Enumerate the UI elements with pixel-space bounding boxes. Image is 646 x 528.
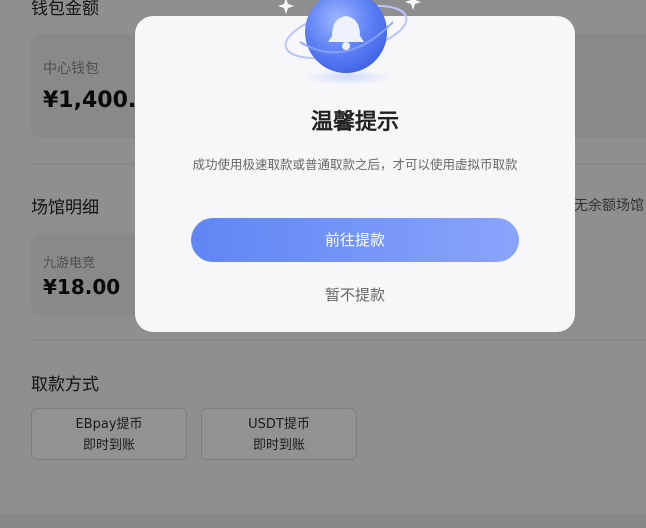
modal-message: 成功使用极速取款或普通取款之后，才可以使用虚拟币取款 [192,157,518,172]
go-withdraw-button[interactable]: 前往提款 [191,218,519,262]
modal-title: 温馨提示 [310,110,399,135]
bell-icon [278,0,428,92]
not-now-button[interactable]: 暂不提款 [305,284,405,305]
